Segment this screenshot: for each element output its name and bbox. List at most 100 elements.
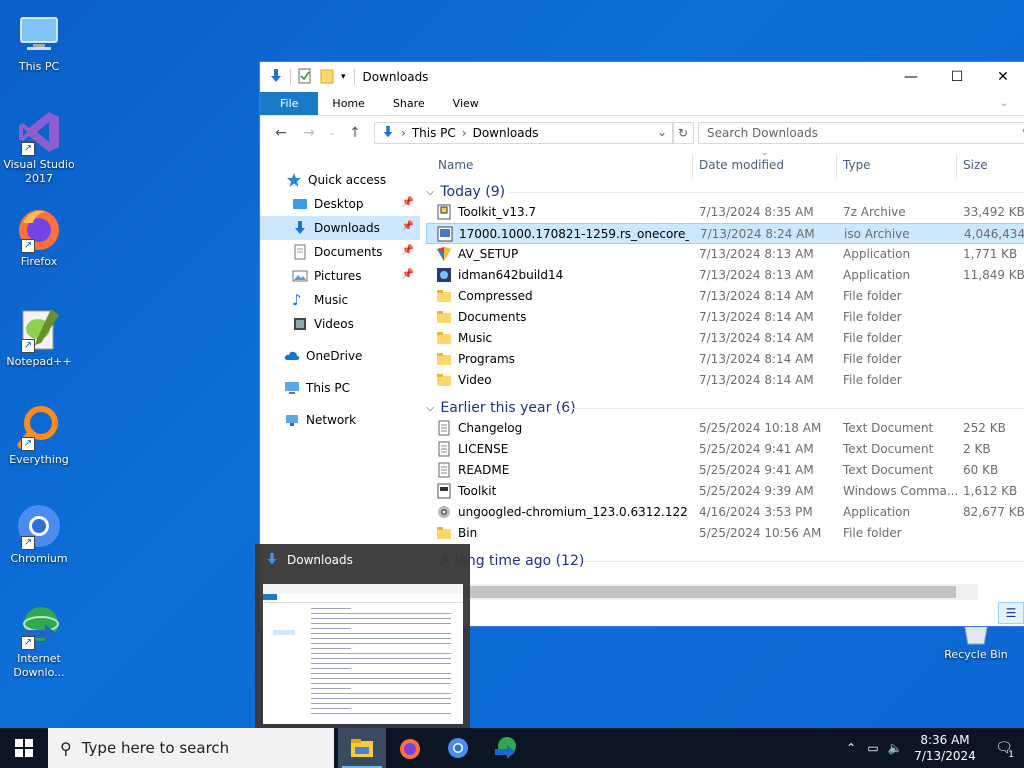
preview-line [311,643,451,644]
file-row[interactable]: Music 7/13/2024 8:14 AM File folder [426,328,1024,349]
breadcrumb-downloads[interactable]: Downloads [473,126,539,140]
nav-item-downloads[interactable]: Downloads 📌 [260,216,420,240]
clock-date: 7/13/2024 [914,749,976,763]
desktop-icon-firefox[interactable]: ↗ Firefox [0,205,78,269]
column-header-name[interactable]: Name [438,158,473,172]
tab-home[interactable]: Home [318,92,378,115]
pin-icon[interactable]: 📌 [402,269,414,280]
file-row[interactable]: README 5/25/2024 9:41 AM Text Document 60 K… [426,460,1024,481]
tab-view[interactable]: View [439,92,493,115]
file-row[interactable]: Toolkit_v13.7 7/13/2024 8:35 AM 7z Archive… [426,202,1024,223]
file-row[interactable]: Bin 5/25/2024 10:56 AM File folder [426,523,1024,544]
notepad-plus-plus-icon: ↗ [15,305,63,353]
up-arrow-icon[interactable]: ↑ [346,125,364,141]
file-row[interactable]: idman642build14 7/13/2024 8:13 AM Applicat… [426,265,1024,286]
column-header-size[interactable]: Size [963,158,988,172]
firefox-icon[interactable] [386,728,434,768]
desktop-icon-visual-studio[interactable]: ↗ Visual Studio 2017 [0,108,78,186]
customize-toolbar-chevron-icon[interactable]: ▾ [341,72,346,82]
desktop-icon-notepadpp[interactable]: ↗ Notepad++ [0,305,78,369]
nav-item-videos[interactable]: Videos [260,312,420,336]
nav-item-documents[interactable]: Documents 📌 [260,240,420,264]
window-controls: — ☐ ✕ [888,62,1024,92]
column-header-date-modified[interactable]: Date modified [699,158,784,172]
file-row[interactable]: ungoogled-chromium_123.0.6312.122-1.... 4… [426,502,1024,523]
address-dropdown-chevron-icon[interactable]: ⌄ [657,125,667,139]
column-divider[interactable] [956,154,957,180]
nav-item-network[interactable]: Network [260,408,420,432]
properties-icon[interactable] [297,68,313,87]
file-row[interactable]: Compressed 7/13/2024 8:14 AM File folder [426,286,1024,307]
column-header-type[interactable]: Type [843,158,871,172]
shortcut-arrow-icon: ↗ [21,142,35,156]
desktop-icon-label: Firefox [20,255,58,268]
breadcrumb-this-pc[interactable]: This PC [412,126,456,140]
breadcrumb-separator-icon: › [461,126,467,140]
tab-file[interactable]: File [260,92,319,115]
file-row[interactable]: Video 7/13/2024 8:14 AM File folder [426,370,1024,391]
preview-line [311,633,451,634]
recent-locations-chevron-icon[interactable]: ⌄ [328,128,336,138]
pin-icon[interactable]: 📌 [402,245,414,256]
folder-icon [436,330,452,346]
address-bar[interactable]: › This PC › Downloads ⌄ [374,122,674,144]
file-row[interactable]: AV_SETUP 7/13/2024 8:13 AM Application 1,77… [426,244,1024,265]
column-divider[interactable] [836,154,837,180]
file-row[interactable]: Programs 7/13/2024 8:14 AM File folder [426,349,1024,370]
collapse-chevron-icon: ⌵ [426,400,435,414]
file-type: Windows Comma... [843,484,959,498]
refresh-icon[interactable]: ↻ [672,122,694,144]
taskbar-search-box[interactable]: ⚲ Type here to search [48,728,334,768]
file-row[interactable]: LICENSE 5/25/2024 9:41 AM Text Document 2 K… [426,439,1024,460]
file-row[interactable]: 17000.1000.170821-1259.rs_onecore_CLIE..… [426,223,1024,244]
desktop-icon-this-pc[interactable]: This PC [0,10,78,74]
group-header-earlier-this-year[interactable]: ⌵ Earlier this year (6) [426,397,1024,418]
internet-download-manager-icon[interactable] [482,728,530,768]
group-header-today[interactable]: ⌵ Today (9) [426,181,1024,202]
file-row[interactable]: Toolkit 5/25/2024 9:39 AM Windows Comma...… [426,481,1024,502]
clock[interactable]: 8:36 AM 7/13/2024 [912,732,978,764]
nav-item-this-pc[interactable]: This PC [260,376,420,400]
notification-center-icon[interactable]: 🗨 1 [984,740,1024,760]
start-button[interactable] [0,728,48,768]
desktop-icon-everything[interactable]: ↗ Everything [0,403,78,467]
details-view-icon[interactable]: ☰ [998,602,1024,624]
search-icon: ⚲ [60,738,72,758]
nav-item-pictures[interactable]: Pictures 📌 [260,264,420,288]
back-arrow-icon[interactable]: ← [272,125,290,141]
taskbar-thumbnail-preview[interactable]: Downloads [255,544,470,728]
file-explorer-icon[interactable] [338,728,386,768]
nav-item-onedrive[interactable]: OneDrive [260,344,420,368]
nav-label: Music [314,293,349,307]
file-type: File folder [843,373,902,387]
forward-arrow-icon[interactable]: → [300,125,318,141]
desktop-icon-recycle-bin[interactable]: Recycle Bin [936,621,1016,662]
shortcut-arrow-icon: ↗ [21,339,35,353]
tab-share[interactable]: Share [379,92,439,115]
desktop-icon-chromium[interactable]: ↗ Chromium [0,502,78,566]
preview-line [311,703,451,704]
minimize-button[interactable]: — [888,62,934,92]
nav-item-music[interactable]: ♪ Music [260,288,420,312]
nav-item-quick-access[interactable]: Quick access [260,168,420,192]
desktop-icon-internet-download-manager[interactable]: ↗ Internet Downlo... [0,602,78,680]
column-divider[interactable] [692,154,693,180]
search-input[interactable]: Search Downloads ⚲ [698,122,1024,144]
close-button[interactable]: ✕ [980,62,1024,92]
preview-line [311,613,451,614]
pin-icon[interactable]: 📌 [402,221,414,232]
pin-icon[interactable]: 📌 [402,197,414,208]
file-date-modified: 7/13/2024 8:13 AM [699,268,814,282]
file-row[interactable]: Changelog 5/25/2024 10:18 AM Text Document… [426,418,1024,439]
expand-ribbon-chevron-icon[interactable]: ⌄ [1000,92,1008,115]
taskbar-search-placeholder: Type here to search [81,739,230,757]
chromium-icon[interactable] [434,728,482,768]
speaker-muted-icon[interactable]: 🔈 [884,741,906,755]
new-folder-icon[interactable] [319,68,335,87]
show-hidden-icons-chevron-icon[interactable]: ⌃ [840,741,862,755]
network-icon[interactable]: ▭ [862,741,884,755]
nav-item-desktop[interactable]: Desktop 📌 [260,192,420,216]
file-row[interactable]: Documents 7/13/2024 8:14 AM File folder [426,307,1024,328]
group-header-long-time-ago[interactable]: ⌵ A long time ago (12) [426,550,1024,571]
maximize-button[interactable]: ☐ [934,62,980,92]
